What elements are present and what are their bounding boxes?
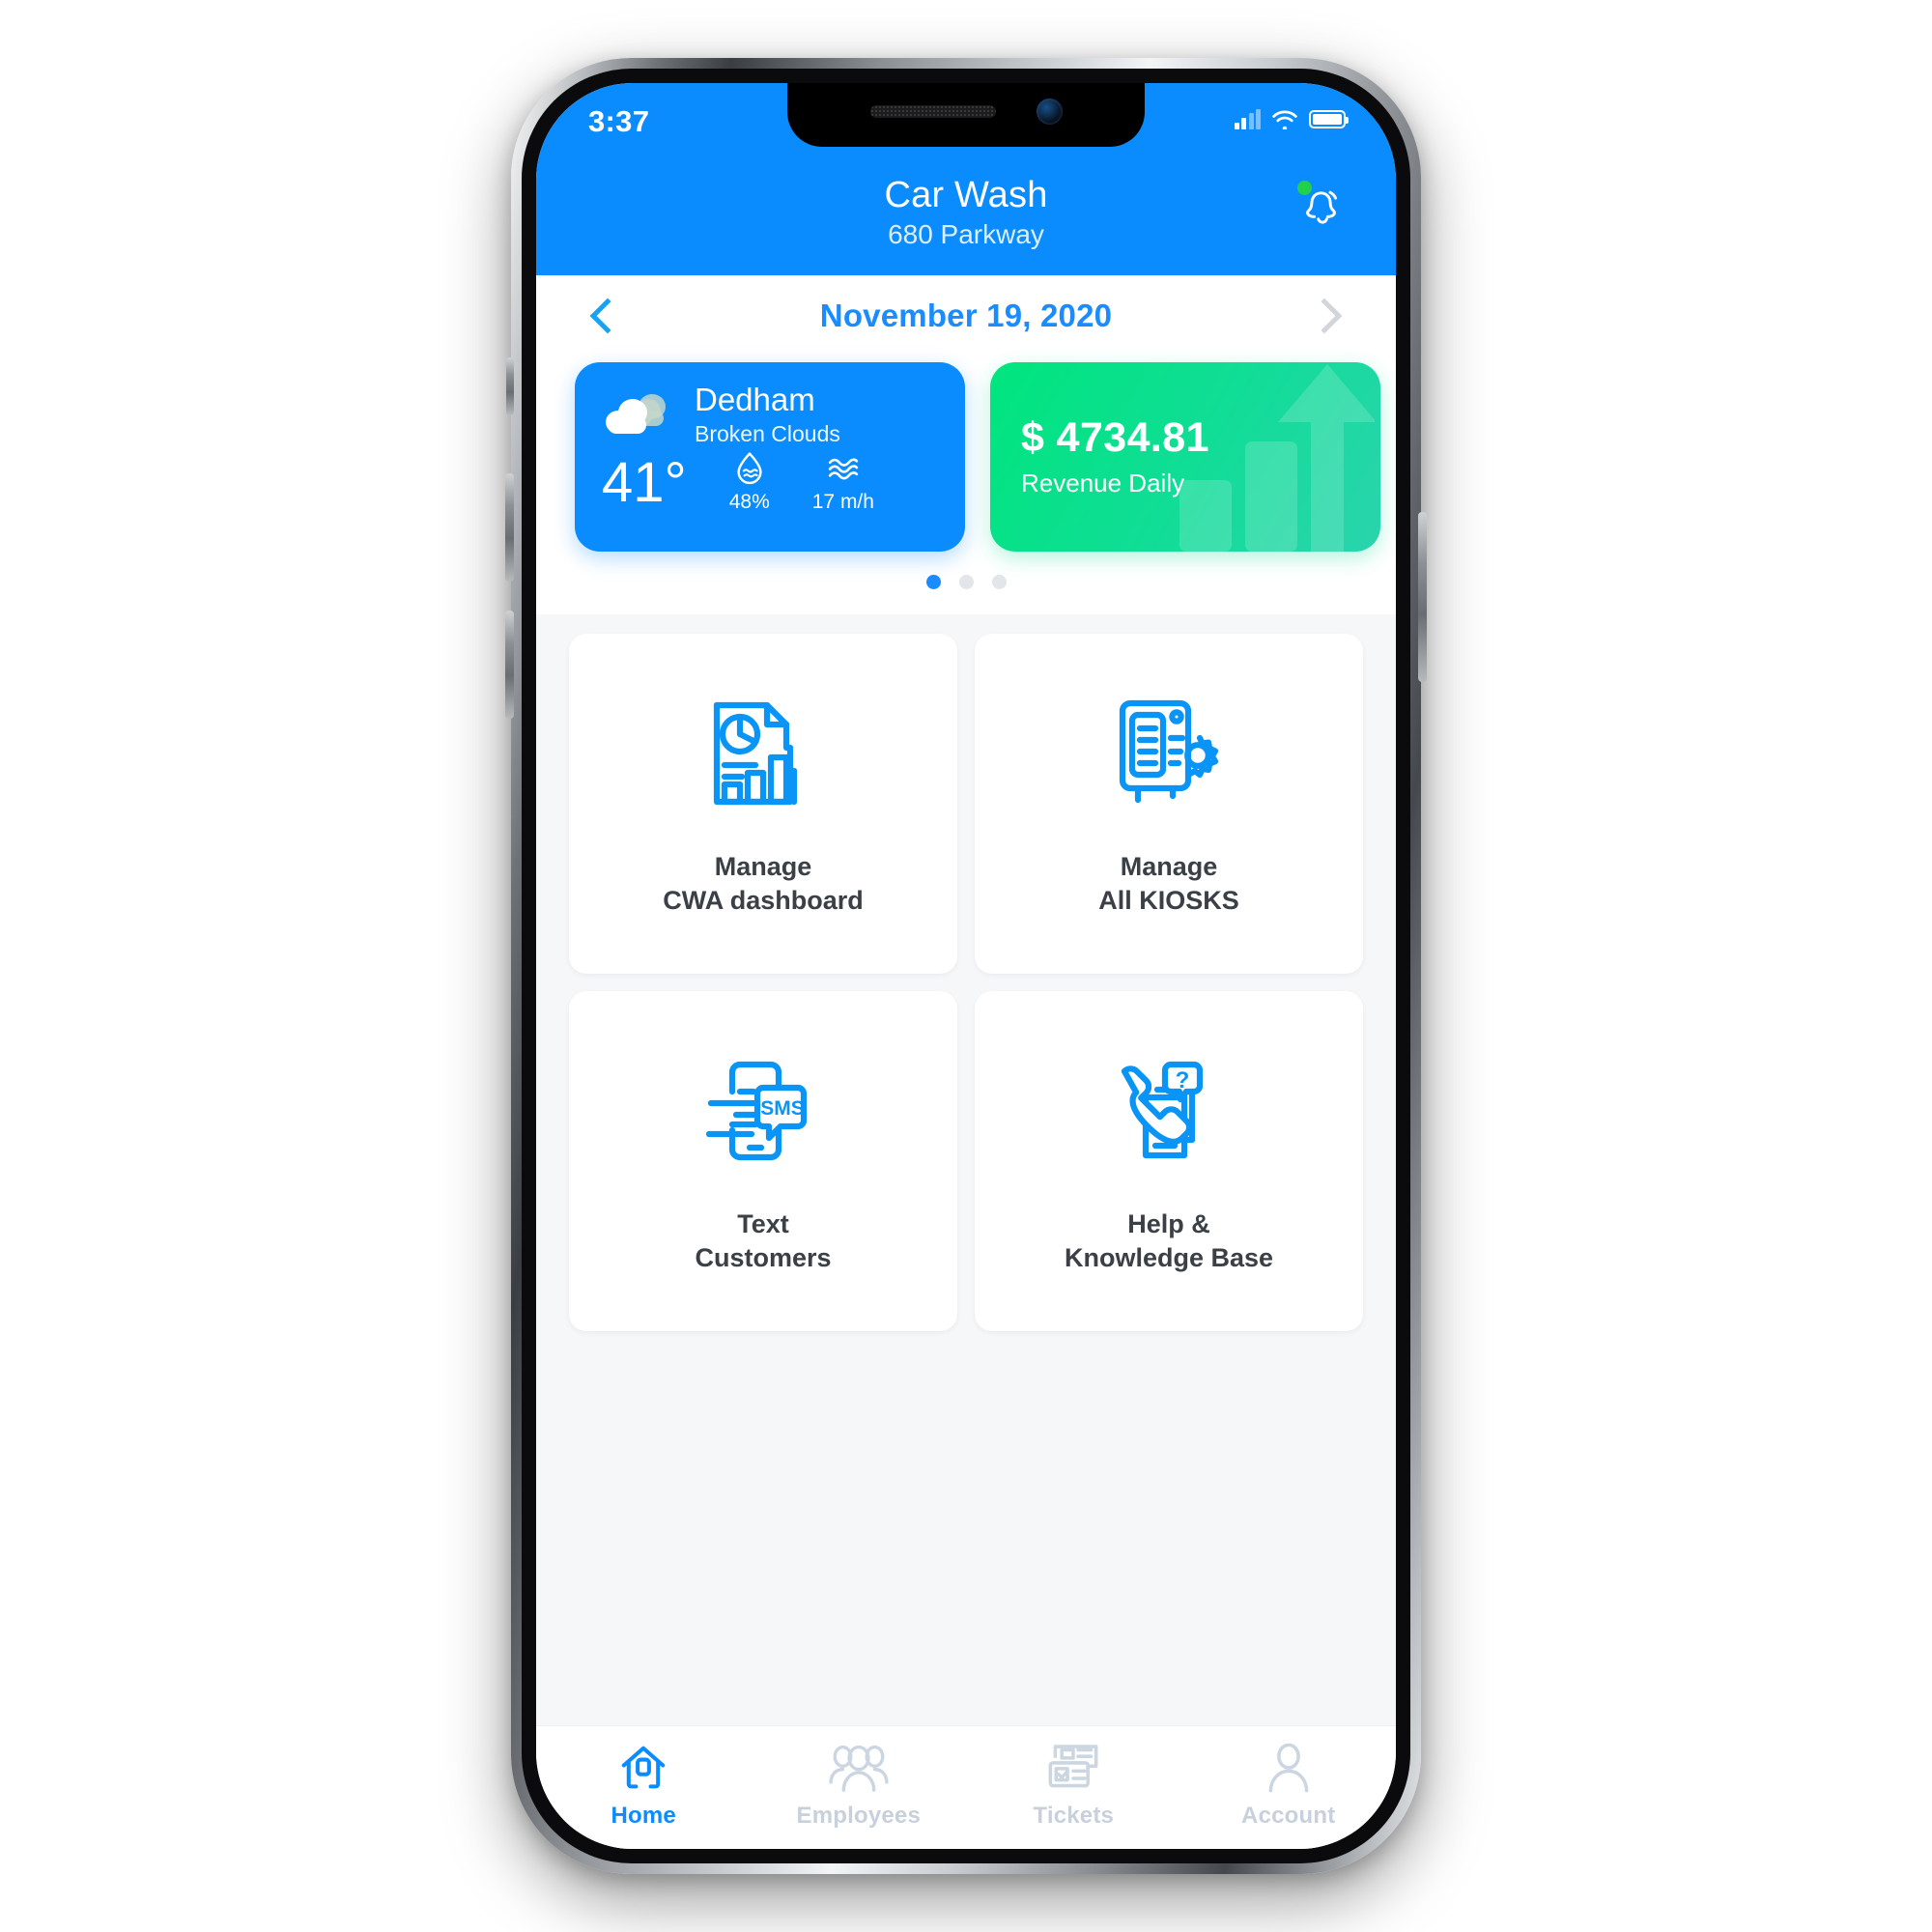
tile-caption-line2: Customers — [695, 1242, 832, 1272]
tile-manage-all-kiosks[interactable]: Manage All KIOSKS — [975, 633, 1363, 974]
employees-icon — [829, 1745, 889, 1792]
power-button[interactable] — [1418, 512, 1427, 682]
report-chart-document-icon — [713, 702, 798, 806]
tab-employees[interactable]: Employees — [777, 1742, 941, 1830]
weather-condition: Broken Clouds — [695, 421, 840, 447]
weather-wind-stat: 17 m/h — [812, 449, 874, 514]
tab-account[interactable]: Account — [1207, 1742, 1371, 1830]
tab-home[interactable]: Home — [561, 1742, 725, 1830]
revenue-value: $ 4734.81 — [1021, 413, 1209, 461]
menu-grid: Manage CWA dashboard Manage All KIOSKS S… — [569, 633, 1363, 1331]
tile-help-knowledge-base[interactable]: ? Help & Knowledge Base — [975, 990, 1363, 1331]
revenue-card[interactable]: $ 4734.81 Revenue Daily — [990, 361, 1380, 552]
svg-text:?: ? — [1176, 1067, 1190, 1094]
earpiece-speaker-icon — [869, 104, 996, 118]
tab-tickets[interactable]: Tickets — [991, 1742, 1155, 1830]
page-title: Car Wash — [884, 175, 1048, 215]
notification-status-dot — [1297, 181, 1312, 195]
phone-screen: 3:37 Car Wash 680 Parkway November 19, 2… — [536, 83, 1396, 1849]
carousel-pagination[interactable] — [536, 551, 1396, 614]
weather-wind-value: 17 m/h — [811, 491, 874, 514]
wind-waves-icon — [828, 459, 858, 480]
tile-caption-line1: Manage — [1120, 852, 1218, 882]
weather-humidity-value: 48% — [728, 491, 770, 514]
tab-label-tickets: Tickets — [1033, 1803, 1115, 1829]
carousel-dot-3[interactable] — [991, 574, 1007, 589]
cloudy-icon — [606, 393, 666, 434]
phone-help-docs-icon: ? — [1121, 1062, 1204, 1159]
main-content: Manage CWA dashboard Manage All KIOSKS S… — [536, 613, 1396, 1725]
previous-day-button[interactable] — [579, 287, 637, 345]
app-header: Car Wash 680 Parkway — [536, 166, 1396, 275]
weather-card[interactable]: Dedham Broken Clouds 41° 48% 17 m/h — [575, 361, 965, 552]
weather-humidity-stat: 48% — [729, 449, 770, 514]
page-subtitle: 680 Parkway — [888, 218, 1044, 249]
tab-label-home: Home — [611, 1803, 676, 1829]
tile-text-customers[interactable]: SMS Text Customers — [569, 990, 957, 1331]
chevron-right-icon — [1306, 298, 1343, 334]
tile-caption-line2: All KIOSKS — [1098, 885, 1239, 915]
battery-icon — [1309, 110, 1349, 128]
date-navigator: November 19, 2020 — [536, 274, 1396, 356]
weather-temperature: 41° — [602, 451, 687, 515]
carousel-dot-2[interactable] — [958, 574, 974, 589]
account-icon — [1268, 1743, 1309, 1793]
tile-manage-cwa-dashboard[interactable]: Manage CWA dashboard — [569, 633, 957, 974]
summary-card-carousel[interactable]: Dedham Broken Clouds 41° 48% 17 m/h $ 47… — [536, 355, 1396, 552]
status-bar-icons — [1234, 108, 1349, 129]
notifications-button[interactable] — [1293, 178, 1353, 238]
front-camera-icon — [1036, 98, 1063, 125]
next-day-button[interactable] — [1295, 287, 1353, 345]
phone-device-frame: 3:37 Car Wash 680 Parkway November 19, 2… — [505, 58, 1427, 1874]
tile-caption-line1: Text — [737, 1209, 789, 1239]
kiosk-settings-icon — [1119, 700, 1219, 804]
revenue-label: Revenue Daily — [1021, 468, 1185, 497]
carousel-dot-1[interactable] — [925, 574, 941, 589]
cellular-signal-icon — [1234, 108, 1261, 129]
tab-label-employees: Employees — [796, 1803, 922, 1829]
svg-text:SMS: SMS — [760, 1097, 805, 1120]
tile-caption-line1: Help & — [1127, 1209, 1210, 1239]
chevron-left-icon — [589, 298, 626, 334]
phone-bezel: 3:37 Car Wash 680 Parkway November 19, 2… — [522, 69, 1410, 1863]
wifi-icon — [1272, 110, 1297, 129]
tile-caption-line2: Knowledge Base — [1064, 1242, 1274, 1272]
sms-phone-icon: SMS — [705, 1062, 808, 1161]
volume-down-button[interactable] — [505, 611, 514, 719]
bottom-tab-bar: Home Employees Tickets Account — [536, 1725, 1396, 1849]
mute-switch-button[interactable] — [506, 357, 514, 415]
current-date-label[interactable]: November 19, 2020 — [820, 298, 1112, 334]
humidity-droplet-icon — [737, 452, 762, 485]
home-icon — [621, 1746, 666, 1789]
tile-caption-line1: Manage — [714, 852, 812, 882]
weather-city: Dedham — [695, 381, 815, 417]
tab-label-account: Account — [1241, 1803, 1336, 1829]
status-bar-time: 3:37 — [588, 104, 650, 138]
notch — [787, 83, 1145, 147]
tile-caption-line2: CWA dashboard — [663, 885, 864, 915]
tickets-icon — [1048, 1745, 1098, 1788]
screenshot-stage: 3:37 Car Wash 680 Parkway November 19, 2… — [0, 0, 1932, 1932]
volume-up-button[interactable] — [505, 473, 514, 582]
